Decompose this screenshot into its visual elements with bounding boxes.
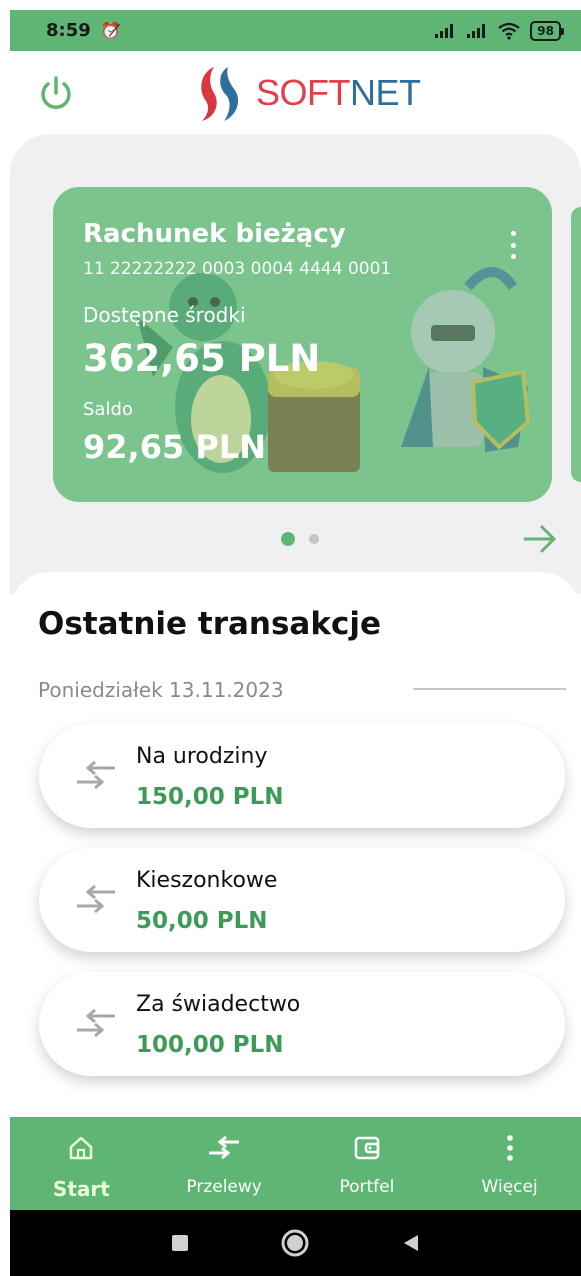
nav-label: Start xyxy=(52,1177,110,1201)
transaction-title: Na urodziny xyxy=(136,744,268,769)
brand-net-text: NET xyxy=(350,72,421,113)
dot-1 xyxy=(510,231,516,236)
transaction-amount: 150,00 PLN xyxy=(136,784,284,810)
arrow-right-icon[interactable] xyxy=(522,524,558,554)
logo-icon xyxy=(201,67,239,121)
transfer-icon xyxy=(209,1135,240,1160)
available-funds-label: Dostępne środki xyxy=(83,303,246,327)
transaction-amount: 100,00 PLN xyxy=(136,1032,284,1058)
account-card[interactable]: Rachunek bieżący 11 22222222 0003 0004 4… xyxy=(53,187,552,502)
logout-button[interactable] xyxy=(36,73,76,113)
available-funds-value: 362,65 PLN xyxy=(83,337,321,380)
nav-label: Przelewy xyxy=(186,1177,262,1197)
status-bar: 8:59 ⏰̸ 98 xyxy=(10,10,581,51)
signal-icon xyxy=(435,23,454,38)
power-icon xyxy=(41,76,71,109)
dot-2 xyxy=(510,242,516,248)
home-button-icon[interactable] xyxy=(280,1228,310,1258)
card-menu-button[interactable] xyxy=(508,231,518,259)
account-number: 11 22222222 0003 0004 4444 0001 xyxy=(83,259,392,279)
next-account-card-peek[interactable] xyxy=(571,207,581,482)
more-vertical-icon xyxy=(506,1135,513,1161)
nav-portfel[interactable]: Portfel xyxy=(296,1117,439,1210)
date-header: Poniedziałek 13.11.2023 xyxy=(38,678,284,702)
account-title: Rachunek bieżący xyxy=(83,219,346,249)
section-title: Ostatnie transakcje xyxy=(38,606,381,642)
signal-icon-2 xyxy=(467,23,486,38)
bottom-navigation: Start Przelewy Portfel Więcej xyxy=(10,1117,581,1210)
transaction-title: Za świadectwo xyxy=(136,992,301,1017)
wifi-icon xyxy=(498,22,520,40)
nav-przelewy[interactable]: Przelewy xyxy=(153,1117,296,1210)
transfer-icon xyxy=(77,884,115,914)
transfer-icon xyxy=(77,1008,115,1038)
pager-dot-active[interactable] xyxy=(281,532,295,546)
balance-label: Saldo xyxy=(83,399,133,420)
back-icon[interactable] xyxy=(400,1232,422,1254)
wallet-icon xyxy=(354,1136,380,1160)
transaction-amount: 50,00 PLN xyxy=(136,908,268,934)
card-pager xyxy=(281,532,319,546)
divider xyxy=(413,688,566,690)
system-navigation-bar xyxy=(10,1210,581,1276)
transfer-icon xyxy=(77,760,115,790)
nav-wiecej[interactable]: Więcej xyxy=(438,1117,581,1210)
nav-label: Więcej xyxy=(481,1177,538,1197)
transaction-title: Kieszonkowe xyxy=(136,868,278,893)
recents-icon[interactable] xyxy=(170,1233,190,1253)
brand-logo: SOFTNET xyxy=(196,63,421,123)
battery-indicator: 98 xyxy=(530,20,564,41)
nav-label: Portfel xyxy=(339,1177,395,1197)
home-icon xyxy=(70,1136,93,1160)
pager-dot[interactable] xyxy=(309,534,319,544)
transaction-item[interactable]: Kieszonkowe 50,00 PLN xyxy=(39,848,565,952)
alarm-off-icon: ⏰̸ xyxy=(100,21,121,40)
nav-start[interactable]: Start xyxy=(10,1117,153,1210)
balance-value: 92,65 PLN xyxy=(83,428,266,466)
status-time: 8:59 xyxy=(46,20,91,41)
brand-soft-text: SOFT xyxy=(256,72,351,113)
transaction-item[interactable]: Na urodziny 150,00 PLN xyxy=(39,724,565,828)
transaction-item[interactable]: Za świadectwo 100,00 PLN xyxy=(39,972,565,1076)
dot-3 xyxy=(510,254,516,259)
app-header: SOFTNET xyxy=(10,51,581,141)
